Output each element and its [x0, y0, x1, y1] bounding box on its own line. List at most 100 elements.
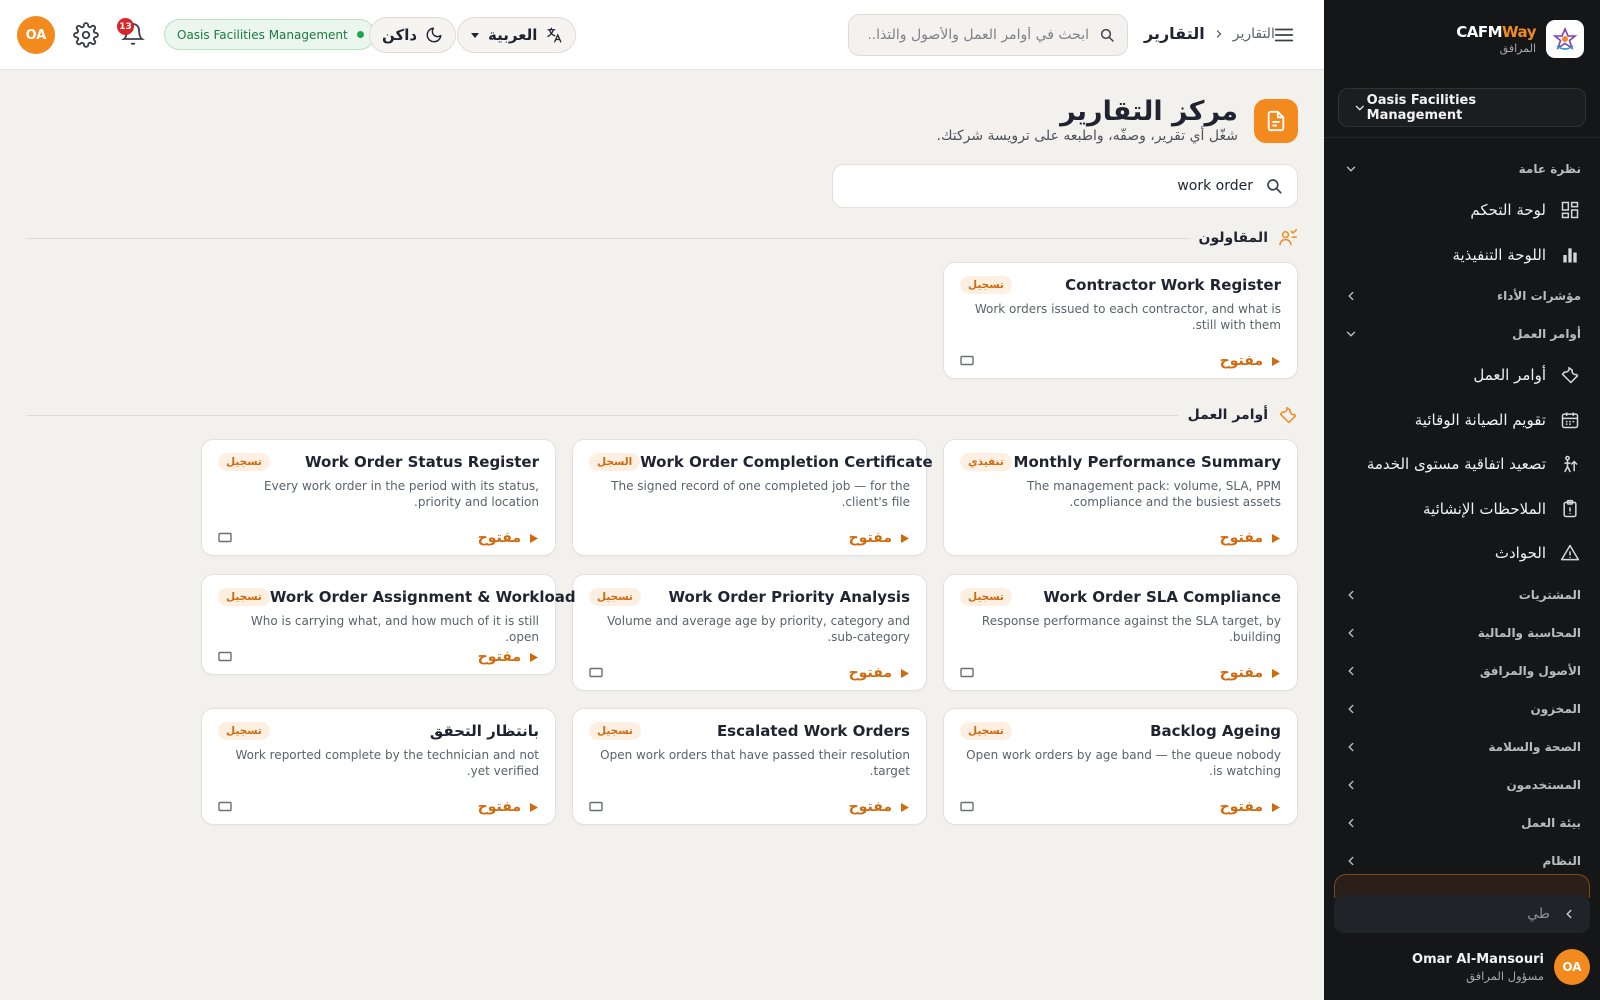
report-search-input[interactable]	[853, 178, 1253, 194]
sidebar-item-label: لوحة التحكم	[1470, 201, 1546, 220]
settings-button[interactable]	[73, 22, 99, 48]
report-description: Open work orders that have passed their …	[600, 748, 910, 778]
org-select[interactable]: Oasis Facilities Management	[1338, 88, 1586, 127]
open-report-button[interactable]: مفتوح	[1220, 799, 1281, 815]
sidebar: CAFMWay المرافق Oasis Facilities Managem…	[1324, 0, 1600, 1000]
report-title: Escalated Work Orders	[716, 722, 910, 740]
chevron-left-icon	[1348, 818, 1354, 827]
nav-group-hse[interactable]: الصحة والسلامة	[1324, 728, 1600, 766]
chevron-left-icon	[1348, 628, 1354, 637]
screen-preview-icon[interactable]	[960, 667, 974, 679]
chevron-down-icon	[1346, 331, 1356, 337]
sidebar-item-incidents[interactable]: الحوادث	[1324, 531, 1600, 576]
chevron-left-icon	[1348, 856, 1354, 865]
sidebar-item-dashboard[interactable]: لوحة التحكم	[1324, 188, 1600, 233]
escalation-person-icon	[1564, 456, 1578, 473]
sidebar-divider	[1324, 137, 1600, 138]
nav-group-assets[interactable]: الأصول والمرافق	[1324, 652, 1600, 690]
nav-group-inventory[interactable]: المخزون	[1324, 690, 1600, 728]
report-card-completion-certificate[interactable]: السجل Work Order Completion Certificate …	[572, 439, 933, 556]
nav-group-overview[interactable]: نظرة عامة	[1324, 150, 1600, 188]
chevron-left-icon	[1348, 742, 1354, 751]
screen-preview-icon[interactable]	[960, 355, 974, 367]
page-subtitle: شغّل أي تقرير، وصفّه، واطبعه على ترويسة …	[936, 128, 1239, 144]
user-role: مسؤول المرافق	[1466, 968, 1544, 983]
open-report-button[interactable]: مفتوح	[1220, 665, 1281, 681]
open-report-button[interactable]: مفتوح	[849, 530, 910, 546]
current-user[interactable]: OA Omar Al-Mansouri مسؤول المرافق	[1334, 946, 1590, 988]
clipboard-icon	[1563, 499, 1577, 517]
play-icon	[901, 802, 909, 812]
notification-count-badge: 13	[117, 18, 134, 35]
nav-group-work-orders[interactable]: أوامر العمل	[1324, 315, 1600, 353]
nav-group-label: المحاسبة والمالية	[1477, 625, 1581, 640]
screen-preview-icon[interactable]	[218, 651, 232, 663]
report-type-badge: تسجيل	[589, 722, 641, 740]
screen-preview-icon[interactable]	[589, 667, 603, 679]
report-type-badge: تسجيل	[960, 722, 1012, 740]
nav-group-workspace[interactable]: بيئة العمل	[1324, 804, 1600, 842]
section-divider	[27, 237, 1189, 239]
warning-triangle-icon	[1560, 545, 1580, 561]
section-title: أوامر العمل	[1187, 407, 1268, 423]
org-status-chip[interactable]: Oasis Facilities Management	[164, 19, 375, 50]
screen-preview-icon[interactable]	[589, 801, 603, 813]
sidebar-item-sla-escalation[interactable]: تصعيد اتفاقية مستوى الخدمة	[1324, 442, 1600, 487]
screen-preview-icon[interactable]	[218, 532, 232, 544]
open-report-button[interactable]: مفتوح	[849, 665, 910, 681]
sidebar-item-construction-notes[interactable]: الملاحظات الإنشائية	[1324, 487, 1600, 532]
screen-preview-icon[interactable]	[218, 801, 232, 813]
report-search[interactable]	[832, 164, 1298, 208]
sidebar-item-work-orders[interactable]: أوامر العمل	[1324, 353, 1600, 398]
report-type-badge: تسجيل	[960, 588, 1012, 606]
report-card-monthly-performance-summary[interactable]: تنفيذي Monthly Performance Summary The m…	[943, 439, 1298, 556]
reports-icon	[1254, 99, 1298, 143]
nav-group-label: أوامر العمل	[1512, 327, 1581, 341]
open-report-button[interactable]: مفتوح	[849, 799, 910, 815]
collapse-sidebar-button[interactable]: طي	[1334, 895, 1590, 933]
screen-preview-icon[interactable]	[960, 801, 974, 813]
contractor-icon	[1279, 228, 1298, 246]
avatar[interactable]: OA	[17, 16, 55, 54]
report-card-sla-compliance[interactable]: تسجيل Work Order SLA Compliance Response…	[943, 574, 1298, 691]
breadcrumb-link[interactable]: التقارير	[1233, 26, 1275, 42]
global-search-input[interactable]	[869, 27, 1089, 43]
open-report-button[interactable]: مفتوح	[1220, 353, 1281, 369]
open-report-button[interactable]: مفتوح	[478, 649, 539, 665]
report-card-status-register[interactable]: تسجيل Work Order Status Register Every w…	[201, 439, 556, 556]
report-type-badge: تسجيل	[218, 453, 270, 471]
language-select[interactable]: العربية	[457, 17, 577, 53]
open-report-button[interactable]: مفتوح	[1220, 530, 1281, 546]
nav-group-label: المشتريات	[1518, 587, 1581, 602]
nav-group-procurement[interactable]: المشتريات	[1324, 576, 1600, 614]
nav-group-label: المخزون	[1530, 701, 1581, 716]
report-card-backlog-ageing[interactable]: تسجيل Backlog Ageing Open work orders by…	[943, 708, 1298, 825]
language-label: العربية	[488, 26, 538, 44]
sidebar-item-ppm-calendar[interactable]: تقويم الصيانة الوقائية	[1324, 398, 1600, 443]
nav-group-users[interactable]: المستخدمون	[1324, 766, 1600, 804]
play-icon	[1272, 802, 1280, 812]
chevron-right-icon	[1216, 29, 1222, 38]
open-report-button[interactable]: مفتوح	[478, 799, 539, 815]
report-card-escalated-work-orders[interactable]: تسجيل Escalated Work Orders Open work or…	[572, 708, 927, 825]
report-card-priority-analysis[interactable]: تسجيل Work Order Priority Analysis Volum…	[572, 574, 927, 691]
nav-group-kpis[interactable]: مؤشرات الأداء	[1324, 277, 1600, 315]
report-card-assignment-workload[interactable]: تسجيل Work Order Assignment & Workload W…	[201, 574, 576, 675]
user-name: Omar Al-Mansouri	[1412, 951, 1544, 967]
theme-toggle-button[interactable]: داكن	[369, 17, 457, 53]
report-description: Work reported complete by the technician…	[235, 748, 539, 778]
report-title: Monthly Performance Summary	[1013, 453, 1281, 471]
report-card-pending-verification[interactable]: تسجيل بانتظار التحقق Work reported compl…	[201, 708, 556, 825]
nav-group-accounting[interactable]: المحاسبة والمالية	[1324, 614, 1600, 652]
menu-button[interactable]	[1273, 24, 1295, 46]
report-type-badge: تسجيل	[589, 588, 641, 606]
report-card-contractor-work-register[interactable]: تسجيل Contractor Work Register Work orde…	[943, 262, 1298, 379]
nav-group-label: نظرة عامة	[1518, 162, 1581, 176]
report-description: Every work order in the period with its …	[264, 479, 539, 509]
sidebar-item-executive[interactable]: اللوحة التنفيذية	[1324, 233, 1600, 278]
search-icon	[1100, 28, 1114, 42]
global-search[interactable]	[848, 14, 1128, 56]
nav-group-label: مؤشرات الأداء	[1496, 289, 1581, 303]
brand[interactable]: CAFMWay المرافق	[1456, 20, 1584, 58]
open-report-button[interactable]: مفتوح	[478, 530, 539, 546]
